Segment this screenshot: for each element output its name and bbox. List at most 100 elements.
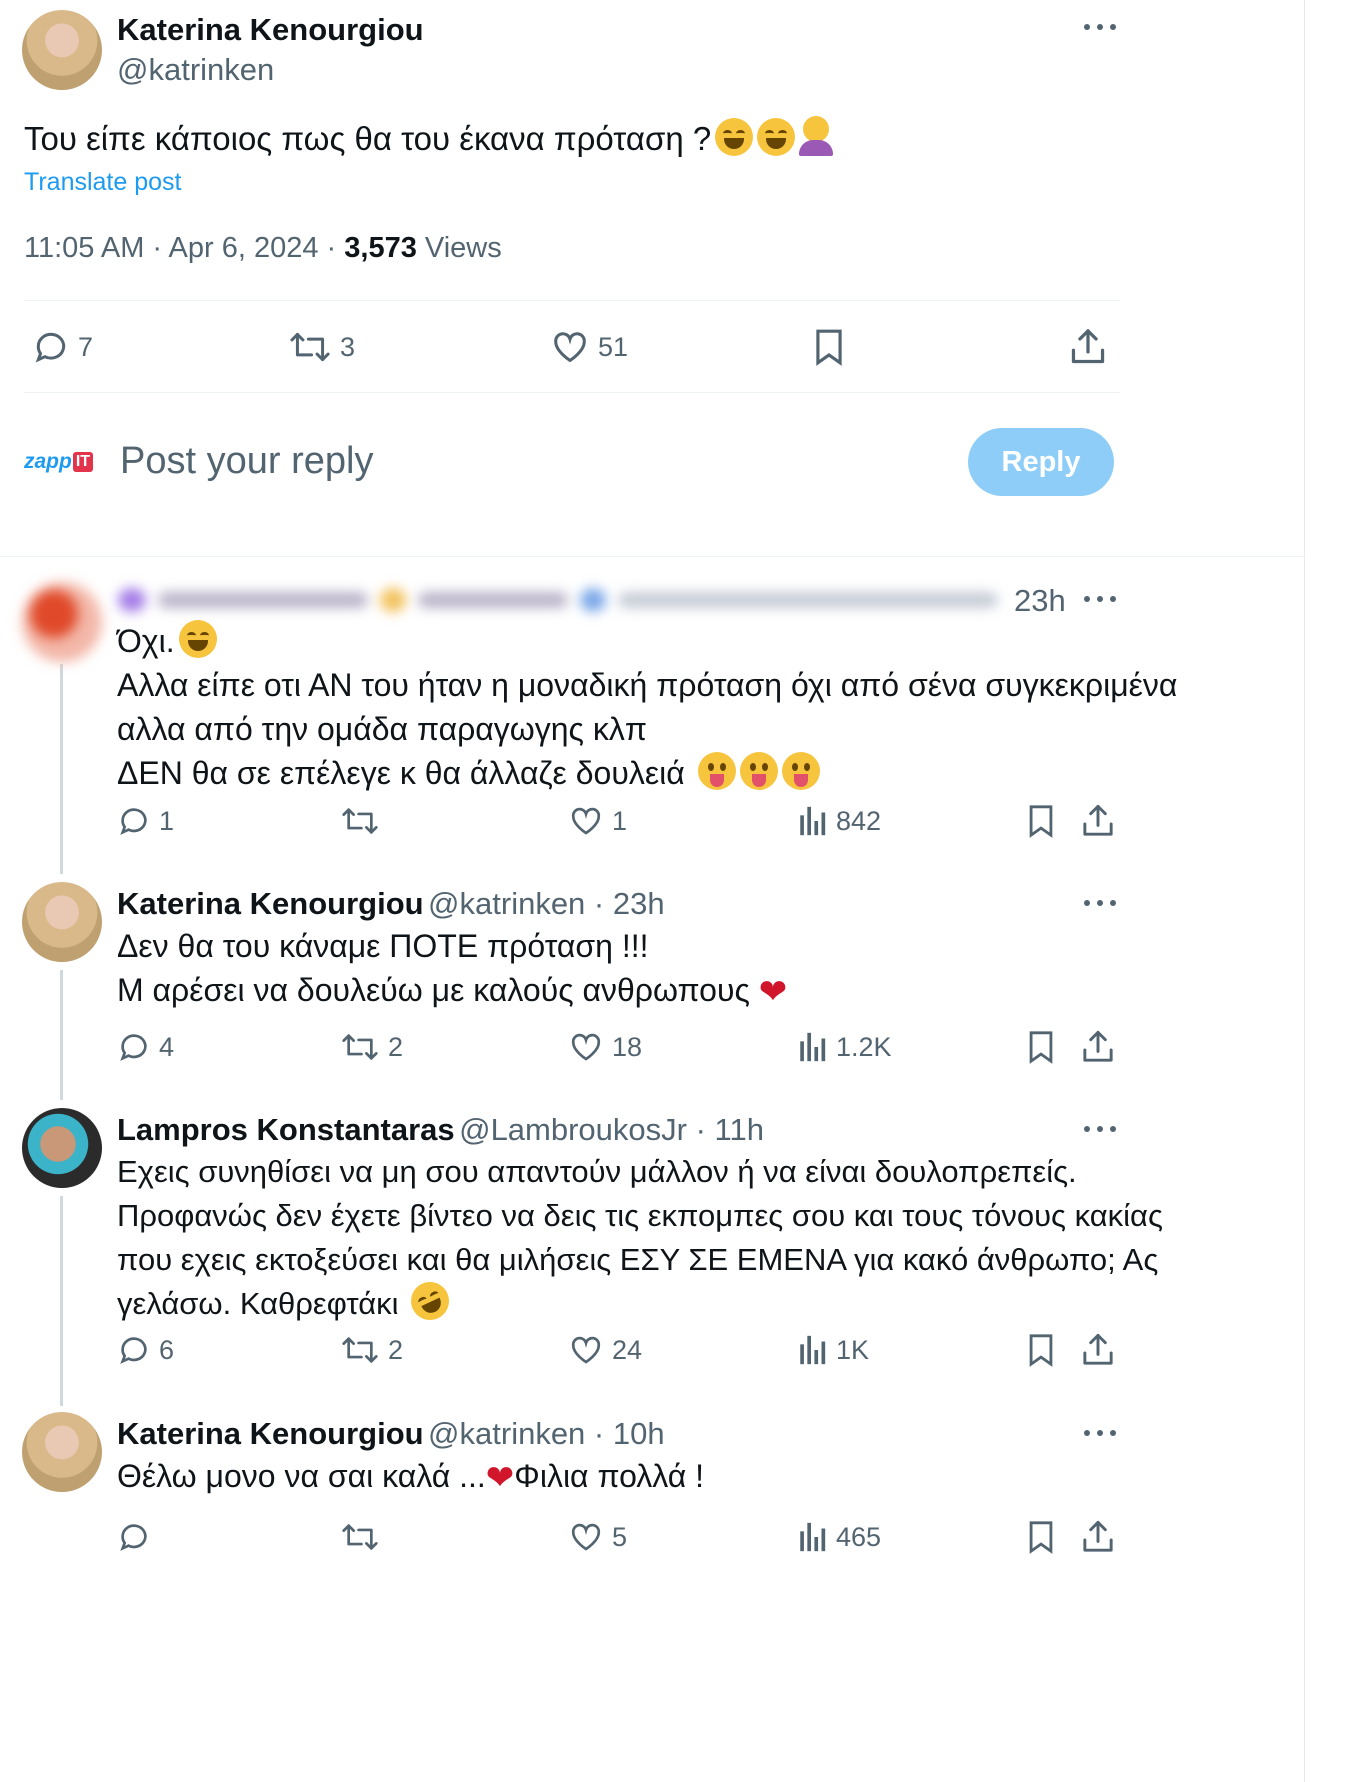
reply-submit-button[interactable]: Reply xyxy=(968,428,1114,496)
composer-logo-text: zapp xyxy=(24,450,72,473)
views-button[interactable]: 465 xyxy=(798,1520,881,1554)
share-button[interactable] xyxy=(1080,1028,1116,1066)
author-avatar[interactable] xyxy=(22,10,102,90)
bookmark-button[interactable] xyxy=(1024,802,1058,840)
repost-icon xyxy=(290,332,330,362)
reply-author-handle[interactable]: @LambroukosJr · 11h xyxy=(459,1112,764,1147)
more-options-icon[interactable] xyxy=(1083,1122,1117,1136)
repost-icon xyxy=(342,1337,378,1363)
author-handle[interactable]: @katrinken xyxy=(117,52,274,88)
reply-icon xyxy=(120,1034,147,1061)
more-options-icon[interactable] xyxy=(1083,896,1117,910)
reply-line-text: Μ αρέσει να δουλεύω με καλούς ανθρωπους xyxy=(117,972,750,1008)
author-name[interactable]: Katerina Kenourgiou xyxy=(117,12,424,48)
reply-button[interactable]: 4 xyxy=(117,1030,174,1064)
thread-line xyxy=(60,1196,63,1406)
reply-author-name[interactable]: Katerina Kenourgiou xyxy=(117,1416,424,1451)
post-timestamp[interactable]: 11:05 AM · Apr 6, 2024 · xyxy=(24,232,344,264)
views-button[interactable]: 842 xyxy=(798,804,881,838)
reply-line: ΔΕΝ θα σε επέλεγε κ θα άλλαζε δουλειά xyxy=(117,751,1177,795)
reply-count: 4 xyxy=(159,1031,175,1062)
heart-icon xyxy=(571,807,601,835)
like-button[interactable]: 1 xyxy=(568,804,627,838)
reply-line: αλλα από την ομάδα παραγωγης κλπ xyxy=(117,711,647,747)
bookmark-icon xyxy=(1029,1521,1053,1554)
reply-author-handle[interactable]: @katrinken · 10h xyxy=(428,1416,665,1451)
reply-avatar[interactable] xyxy=(22,1412,102,1492)
reply-button[interactable]: 7 xyxy=(32,328,93,366)
like-button[interactable]: 51 xyxy=(550,328,628,366)
post-text-content: Του είπε κάποιος πως θα του έκανα πρότασ… xyxy=(24,120,712,157)
reply-line: γελάσω. Καθρεφτάκι xyxy=(117,1275,1163,1327)
share-icon xyxy=(1083,1333,1113,1365)
more-options-icon[interactable] xyxy=(1083,1426,1117,1440)
reply-time[interactable]: 23h xyxy=(1014,583,1066,619)
bookmark-button[interactable] xyxy=(810,326,848,368)
reply-header: Katerina Kenourgiou @katrinken · 10h xyxy=(117,1416,665,1452)
thread-line xyxy=(60,664,63,874)
like-button[interactable]: 5 xyxy=(568,1520,627,1554)
bookmark-button[interactable] xyxy=(1024,1518,1058,1556)
laughing-emoji-icon xyxy=(757,118,796,156)
reply-author-name[interactable]: Lampros Konstantaras xyxy=(117,1112,455,1147)
analytics-icon xyxy=(800,1335,826,1365)
like-button[interactable]: 18 xyxy=(568,1030,642,1064)
more-options-icon[interactable] xyxy=(1083,20,1117,34)
post-meta: 11:05 AM · Apr 6, 2024 · 3,573 Views xyxy=(24,232,502,265)
views-count: 465 xyxy=(836,1521,882,1552)
laughing-emoji-icon xyxy=(715,118,754,156)
views-button[interactable]: 1K xyxy=(798,1333,869,1367)
repost-button[interactable] xyxy=(340,1520,388,1554)
post-thread: Katerina Kenourgiou @katrinken Του είπε … xyxy=(0,0,1305,1782)
reply-avatar[interactable] xyxy=(22,882,102,962)
bookmark-icon xyxy=(1029,1334,1053,1367)
share-button[interactable] xyxy=(1080,802,1116,840)
rolling-laughing-emoji-icon xyxy=(404,1275,456,1327)
repost-button[interactable]: 3 xyxy=(288,328,355,366)
views-count: 842 xyxy=(836,805,882,836)
like-count: 51 xyxy=(598,331,629,362)
divider xyxy=(24,300,1120,301)
divider xyxy=(24,392,1120,393)
views-label: Views xyxy=(416,232,502,264)
bookmark-button[interactable] xyxy=(1024,1028,1058,1066)
reply-avatar[interactable] xyxy=(22,1108,102,1188)
reply-button[interactable]: 1 xyxy=(117,804,174,838)
reply-input[interactable]: Post your reply xyxy=(120,440,373,483)
views-button[interactable]: 1.2K xyxy=(798,1030,892,1064)
repost-icon xyxy=(342,808,378,834)
repost-button[interactable] xyxy=(340,804,388,838)
reply-line-text: Θέλω μονο να σαι καλά ... xyxy=(117,1458,486,1494)
like-button[interactable]: 24 xyxy=(568,1333,642,1367)
share-button[interactable] xyxy=(1068,326,1108,368)
reply-line-text: Όχι. xyxy=(117,623,175,659)
reply-icon xyxy=(120,1337,147,1364)
reply-button[interactable] xyxy=(117,1520,159,1554)
heart-icon xyxy=(571,1033,601,1061)
reply-author-blurred[interactable] xyxy=(118,586,998,612)
reply-header: Lampros Konstantaras @LambroukosJr · 11h xyxy=(117,1112,764,1148)
share-button[interactable] xyxy=(1080,1518,1116,1556)
facepalm-emoji-icon xyxy=(799,116,834,156)
repost-count: 2 xyxy=(388,1031,404,1062)
bookmark-button[interactable] xyxy=(1024,1331,1058,1369)
bookmark-icon xyxy=(1029,805,1053,838)
repost-button[interactable]: 2 xyxy=(340,1030,403,1064)
more-options-icon[interactable] xyxy=(1083,592,1117,606)
heart-icon xyxy=(554,332,586,363)
repost-button[interactable]: 2 xyxy=(340,1333,403,1367)
reply-author-handle[interactable]: @katrinken · 23h xyxy=(428,886,665,921)
reply-button[interactable]: 6 xyxy=(117,1333,174,1367)
reply-icon xyxy=(120,808,147,835)
translate-link[interactable]: Translate post xyxy=(24,168,181,197)
reply-icon xyxy=(120,1524,147,1551)
reply-header: Katerina Kenourgiou @katrinken · 23h xyxy=(117,886,665,922)
reply-text: Θέλω μονο να σαι καλά ...❤Φιλια πολλά ! xyxy=(117,1454,704,1500)
reply-text: Εχεις συνηθίσει να μη σου απαντούν μάλλο… xyxy=(117,1150,1163,1327)
share-button[interactable] xyxy=(1080,1331,1116,1369)
reply-line: Όχι. xyxy=(117,619,1177,663)
analytics-icon xyxy=(800,1032,826,1062)
reply-avatar[interactable] xyxy=(22,582,102,662)
reply-author-name[interactable]: Katerina Kenourgiou xyxy=(117,886,424,921)
composer-logo-badge: IT xyxy=(72,452,94,472)
